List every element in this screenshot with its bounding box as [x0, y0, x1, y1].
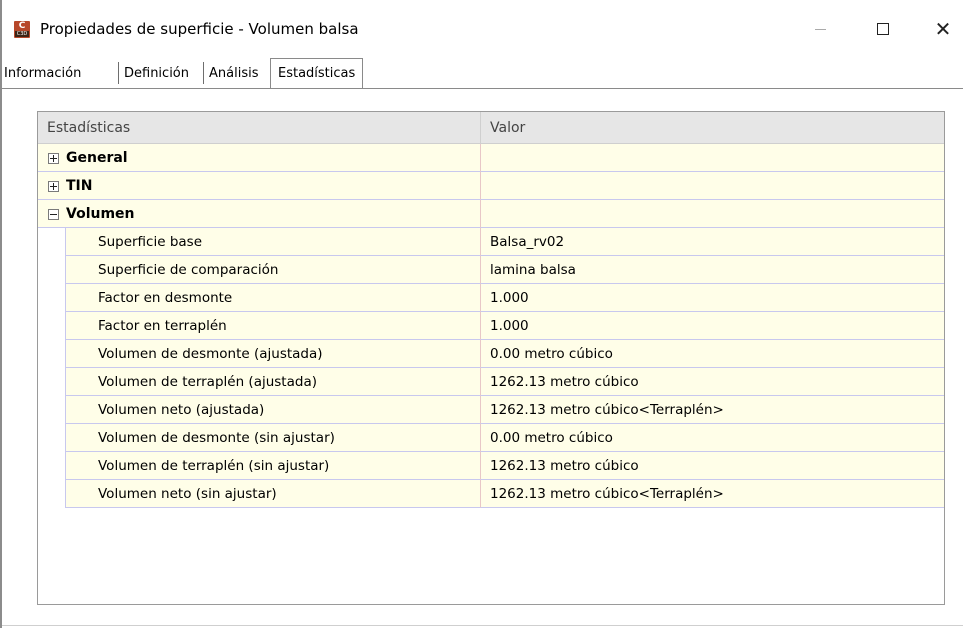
maximize-icon — [877, 23, 889, 35]
tab-analisis[interactable]: Análisis — [207, 62, 260, 86]
property-value[interactable]: Balsa_rv02 — [481, 228, 944, 256]
collapse-icon[interactable] — [48, 209, 59, 220]
property-value[interactable]: 1.000 — [481, 284, 944, 312]
tab-estadisticas[interactable]: Estadísticas — [270, 58, 364, 90]
property-value[interactable]: 1.000 — [481, 312, 944, 340]
property-name: Factor en desmonte — [66, 284, 481, 312]
minimize-button[interactable] — [797, 14, 843, 44]
property-value[interactable]: lamina balsa — [481, 256, 944, 284]
property-name: Volumen neto (ajustada) — [66, 396, 481, 424]
property-name: Volumen neto (sin ajustar) — [66, 480, 481, 508]
property-value[interactable]: 0.00 metro cúbico — [481, 340, 944, 368]
property-row-volumen-desmonte-sin-ajustar[interactable]: Volumen de desmonte (sin ajustar) 0.00 m… — [38, 424, 944, 452]
group-value — [481, 200, 944, 228]
property-row-factor-desmonte[interactable]: Factor en desmonte 1.000 — [38, 284, 944, 312]
property-name: Volumen de desmonte (ajustada) — [66, 340, 481, 368]
property-row-volumen-neto-sin-ajustar[interactable]: Volumen neto (sin ajustar) 1262.13 metro… — [38, 480, 944, 508]
tab-separator — [203, 62, 204, 84]
property-value[interactable]: 1262.13 metro cúbico<Terraplén> — [481, 396, 944, 424]
property-name: Factor en terraplén — [66, 312, 481, 340]
property-name: Superficie de comparación — [66, 256, 481, 284]
minimize-icon — [814, 28, 826, 30]
civil3d-app-icon: C C3D — [14, 21, 30, 38]
column-header-value[interactable]: Valor — [481, 112, 944, 143]
property-value[interactable]: 0.00 metro cúbico — [481, 424, 944, 452]
group-value — [481, 144, 944, 172]
tab-informacion[interactable]: Información — [2, 62, 83, 86]
property-row-superficie-base[interactable]: Superficie base Balsa_rv02 — [38, 228, 944, 256]
column-header-statistics[interactable]: Estadísticas — [38, 112, 481, 143]
expand-icon[interactable] — [48, 153, 59, 164]
panel-bottom-border — [2, 625, 963, 626]
property-value[interactable]: 1262.13 metro cúbico<Terraplén> — [481, 480, 944, 508]
property-name: Volumen de terraplén (sin ajustar) — [66, 452, 481, 480]
property-name: Volumen de desmonte (sin ajustar) — [66, 424, 481, 452]
property-row-volumen-terraplen-ajustada[interactable]: Volumen de terraplén (ajustada) 1262.13 … — [38, 368, 944, 396]
property-row-factor-terraplen[interactable]: Factor en terraplén 1.000 — [38, 312, 944, 340]
window-title: Propiedades de superficie - Volumen bals… — [40, 20, 359, 38]
close-button[interactable]: ✕ — [920, 14, 963, 44]
tab-definicion[interactable]: Definición — [122, 62, 191, 86]
property-value[interactable]: 1262.13 metro cúbico — [481, 368, 944, 396]
group-label: TIN — [66, 178, 93, 194]
tab-strip: Información Definición Análisis Estadíst… — [2, 58, 963, 90]
tab-separator — [118, 62, 119, 84]
property-row-superficie-comparacion[interactable]: Superficie de comparación lamina balsa — [38, 256, 944, 284]
expand-icon[interactable] — [48, 181, 59, 192]
property-value[interactable]: 1262.13 metro cúbico — [481, 452, 944, 480]
group-row-volumen[interactable]: Volumen — [38, 200, 944, 228]
group-label: Volumen — [66, 206, 135, 222]
property-name: Superficie base — [66, 228, 481, 256]
property-row-volumen-terraplen-sin-ajustar[interactable]: Volumen de terraplén (sin ajustar) 1262.… — [38, 452, 944, 480]
statistics-grid[interactable]: Estadísticas Valor General TIN Volumen S… — [37, 111, 945, 605]
group-row-tin[interactable]: TIN — [38, 172, 944, 200]
group-row-general[interactable]: General — [38, 144, 944, 172]
maximize-button[interactable] — [860, 14, 906, 44]
grid-header: Estadísticas Valor — [38, 112, 944, 144]
property-name: Volumen de terraplén (ajustada) — [66, 368, 481, 396]
title-bar[interactable]: C C3D Propiedades de superficie - Volume… — [2, 0, 963, 56]
group-label: General — [66, 150, 128, 166]
property-row-volumen-neto-ajustada[interactable]: Volumen neto (ajustada) 1262.13 metro cú… — [38, 396, 944, 424]
property-row-volumen-desmonte-ajustada[interactable]: Volumen de desmonte (ajustada) 0.00 metr… — [38, 340, 944, 368]
group-value — [481, 172, 944, 200]
close-icon: ✕ — [934, 17, 952, 41]
